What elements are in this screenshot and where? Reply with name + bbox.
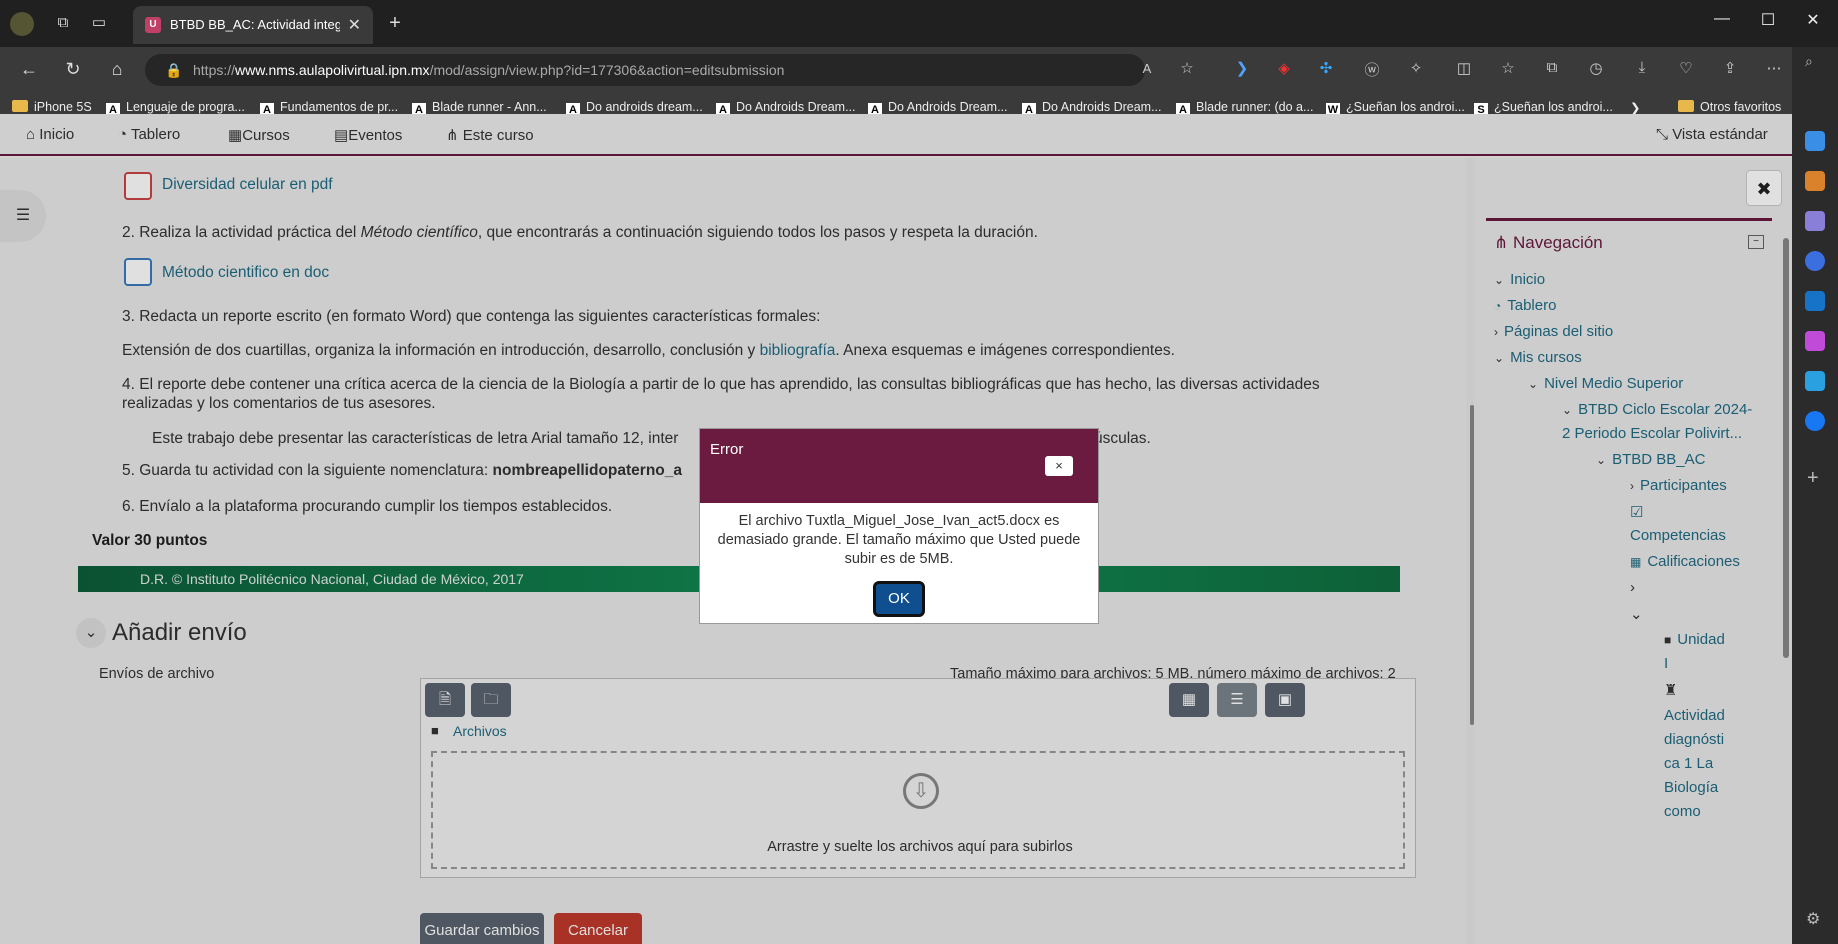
favorites-icon[interactable]: ☆: [1496, 59, 1520, 77]
extension-w-icon[interactable]: ⓦ: [1360, 59, 1384, 80]
lock-icon: 🔒: [165, 62, 183, 78]
performance-icon[interactable]: ♡: [1674, 59, 1698, 77]
more-menu-icon[interactable]: ⋯: [1762, 59, 1786, 77]
other-favorites-label: Otros favoritos: [1700, 100, 1782, 114]
bookmark-label: Blade runner: (do a...: [1196, 100, 1314, 114]
maximize-icon[interactable]: ☐: [1748, 10, 1788, 30]
split-screen-icon[interactable]: ◫: [1452, 59, 1476, 77]
downloads-icon[interactable]: ⤓: [1630, 59, 1654, 76]
facebook-icon[interactable]: [1805, 411, 1825, 431]
refresh-icon[interactable]: ↻: [60, 59, 86, 80]
bookmark-label: Blade runner - Ann...: [432, 100, 547, 114]
people-icon[interactable]: [1805, 211, 1825, 231]
url-field[interactable]: 🔒 https://www.nms.aulapolivirtual.ipn.mx…: [145, 54, 1145, 86]
tag-icon[interactable]: [1805, 131, 1825, 151]
add-sidebar-icon[interactable]: +: [1807, 467, 1819, 490]
address-bar-row: ← ↻ ⌂ 🔒 https://www.nms.aulapolivirtual.…: [0, 47, 1838, 93]
error-message: El archivo Tuxtla_Miguel_Jose_Ivan_act5.…: [717, 513, 1081, 567]
outlook-icon[interactable]: [1805, 291, 1825, 311]
folder-icon: [1678, 100, 1694, 112]
back-icon[interactable]: ←: [16, 59, 42, 80]
error-dialog-title: Error: [710, 441, 744, 458]
search-sidebar-icon[interactable]: ⌕: [1805, 53, 1813, 70]
tab-title: BTBD BB_AC: Actividad integrado: [170, 17, 340, 32]
minimize-icon[interactable]: —: [1702, 10, 1742, 28]
bookmark-label: Lenguaje de progra...: [126, 100, 245, 114]
error-dialog-header: Error ×: [700, 429, 1098, 503]
bookmark-label: ¿Sueñan los androi...: [1346, 100, 1465, 114]
ublock-icon[interactable]: ◈: [1272, 59, 1296, 77]
favorite-star-icon[interactable]: ☆: [1175, 59, 1199, 77]
sidebar-settings-icon[interactable]: ⚙: [1806, 909, 1820, 929]
bookmark-label: Fundamentos de pr...: [280, 100, 399, 114]
home-icon[interactable]: ⌂: [104, 59, 130, 80]
collections-icon[interactable]: ⧉: [1540, 59, 1564, 76]
share-icon[interactable]: ⇪: [1718, 59, 1742, 77]
history-icon[interactable]: ◷: [1584, 59, 1608, 77]
bookmark-label: Do Androids Dream...: [1042, 100, 1162, 114]
workspaces-icon[interactable]: ⧉: [52, 12, 74, 34]
copilot-sidebar-icon[interactable]: [1805, 251, 1825, 271]
designer-icon[interactable]: [1805, 331, 1825, 351]
extension-arrow-icon[interactable]: ❯: [1230, 59, 1254, 77]
extension-puzzle-blue-icon[interactable]: ✣: [1314, 59, 1338, 77]
bookmark-label: Do Androids Dream...: [736, 100, 856, 114]
edge-sidebar: ⌕ + ⚙: [1792, 47, 1838, 944]
folder-icon: [12, 100, 28, 112]
bookmark-label: ¿Sueñan los androi...: [1494, 100, 1613, 114]
close-tab-icon[interactable]: ✕: [348, 15, 361, 35]
bookmark-label: Do Androids Dream...: [888, 100, 1008, 114]
bookmark-folder-iphone[interactable]: iPhone 5S: [12, 100, 92, 114]
toolbox-icon[interactable]: [1805, 171, 1825, 191]
close-dialog-button[interactable]: ×: [1045, 456, 1073, 476]
profile-avatar-icon[interactable]: [10, 12, 34, 36]
tab-bar: ⧉ ▭ U BTBD BB_AC: Actividad integrado ✕ …: [0, 0, 1838, 47]
bookmark-label: Do androids dream...: [586, 100, 703, 114]
read-aloud-icon[interactable]: A: [1135, 61, 1159, 76]
bookmark-label: iPhone 5S: [34, 100, 92, 114]
close-window-icon[interactable]: ✕: [1793, 10, 1833, 30]
url-path: /mod/assign/view.php?id=177306&action=ed…: [429, 62, 785, 78]
url-domain: www.nms.aulapolivirtual.ipn.mx: [235, 62, 430, 78]
ok-button[interactable]: OK: [873, 581, 925, 617]
extensions-icon[interactable]: ✧: [1404, 59, 1428, 77]
error-dialog: Error × El archivo Tuxtla_Miguel_Jose_Iv…: [700, 429, 1098, 623]
bookmarks-overflow-icon[interactable]: ❯: [1630, 100, 1640, 115]
tab-favicon-icon: U: [145, 17, 161, 33]
telegram-icon[interactable]: [1805, 371, 1825, 391]
tab-actions-icon[interactable]: ▭: [88, 12, 110, 34]
new-tab-icon[interactable]: +: [384, 12, 406, 34]
browser-window: ⧉ ▭ U BTBD BB_AC: Actividad integrado ✕ …: [0, 0, 1838, 944]
other-favorites[interactable]: Otros favoritos: [1678, 100, 1781, 114]
active-tab[interactable]: U BTBD BB_AC: Actividad integrado ✕: [133, 6, 373, 44]
url-prefix: https://: [193, 62, 236, 78]
